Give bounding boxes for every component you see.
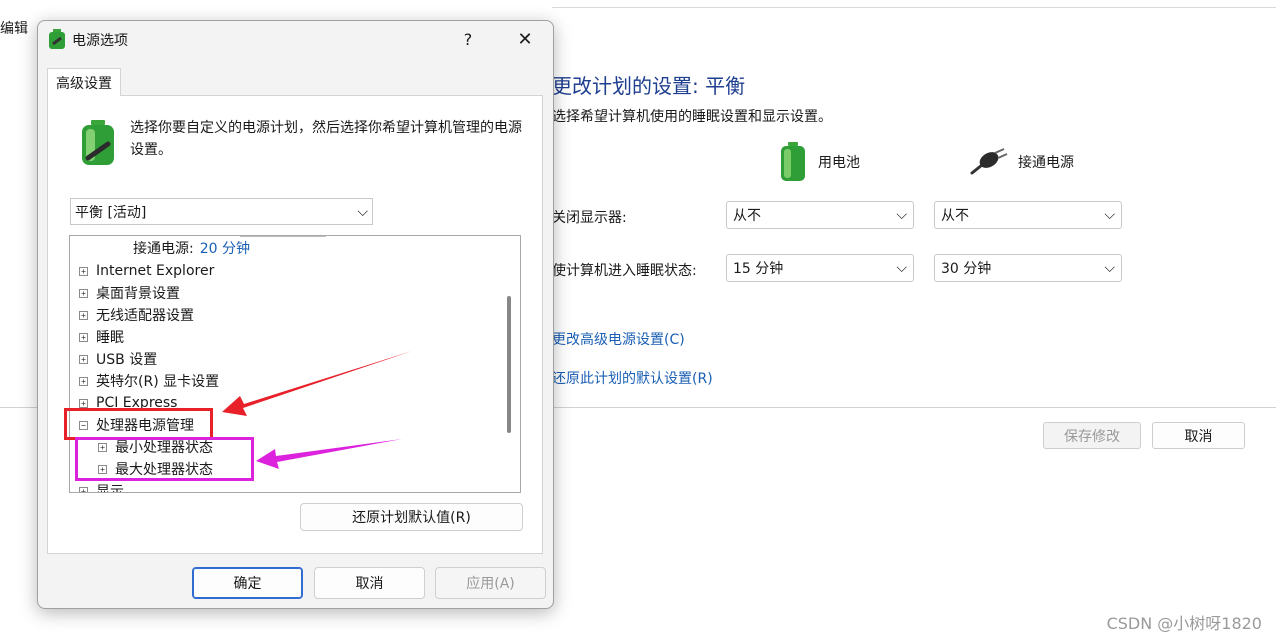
expand-icon[interactable]: +	[79, 288, 88, 298]
advanced-settings-panel: 选择你要自定义的电源计划，然后选择你希望计算机管理的电源设置。 平衡 [活动] ⌵…	[47, 95, 543, 554]
sleep-label: 使计算机进入睡眠状态:	[552, 263, 697, 279]
expand-icon[interactable]: +	[79, 486, 88, 492]
tree-subitem-label: 接通电源:	[133, 241, 194, 257]
expand-icon[interactable]: +	[79, 376, 88, 386]
tree-item[interactable]: + 显示	[79, 480, 124, 492]
tree-item[interactable]: + 桌面背景设置	[79, 282, 180, 304]
chevron-down-icon: ⌵	[1104, 207, 1115, 223]
tab-advanced-settings[interactable]: 高级设置	[47, 68, 121, 96]
battery-column-header: 用电池	[778, 140, 860, 184]
battery-icon	[781, 142, 805, 181]
power-plug-icon	[970, 148, 1008, 175]
highlight-box-red	[64, 408, 213, 440]
advanced-settings-link[interactable]: 更改高级电源设置(C)	[552, 329, 685, 349]
chevron-down-icon: ⌵	[896, 260, 907, 276]
plugged-column-header: 接通电源	[968, 140, 1074, 184]
tree-item[interactable]: + Internet Explorer	[79, 260, 214, 282]
expand-icon[interactable]: +	[79, 332, 88, 342]
tree-subitem-value[interactable]: 20 分钟	[200, 238, 250, 258]
tree-item[interactable]: + 无线适配器设置	[79, 304, 194, 326]
expand-icon[interactable]: +	[79, 310, 88, 320]
page-subtitle: 选择希望计算机使用的睡眠设置和显示设置。	[552, 109, 832, 125]
help-button[interactable]: ?	[456, 25, 480, 53]
tree-edge	[240, 236, 326, 237]
expand-icon[interactable]: +	[79, 398, 88, 408]
chevron-down-icon: ⌵	[357, 203, 368, 220]
chevron-down-icon: ⌵	[896, 207, 907, 223]
sleep-plugged-select[interactable]: 30 分钟 ⌵	[934, 254, 1122, 282]
dialog-title: 电源选项	[72, 33, 128, 49]
expand-icon[interactable]: +	[79, 266, 88, 276]
page-title: 更改计划的设置: 平衡	[552, 74, 746, 98]
apply-button[interactable]: 应用(A)	[435, 567, 546, 599]
sleep-battery-select[interactable]: 15 分钟 ⌵	[726, 254, 914, 282]
tree-item[interactable]: + 睡眠	[79, 326, 124, 348]
cancel-button[interactable]: 取消	[1152, 422, 1245, 449]
watermark: CSDN @小树呀1820	[1106, 614, 1262, 633]
battery-plug-icon	[82, 120, 114, 165]
display-off-plugged-select[interactable]: 从不 ⌵	[934, 201, 1122, 229]
display-off-label: 关闭显示器:	[552, 210, 627, 226]
close-icon[interactable]: ✕	[508, 25, 542, 53]
display-off-battery-select[interactable]: 从不 ⌵	[726, 201, 914, 229]
instructions-text: 选择你要自定义的电源计划，然后选择你希望计算机管理的电源设置。	[130, 120, 522, 158]
tree-subitem: 接通电源: 20 分钟	[133, 237, 250, 259]
tree-item[interactable]: + USB 设置	[79, 348, 157, 370]
cancel-button[interactable]: 取消	[314, 567, 425, 599]
power-options-dialog: 电源选项 ? ✕ 高级设置 选择你要自定义的电源计划，然后选择你希望计算机管理的…	[37, 20, 554, 609]
power-plan-select[interactable]: 平衡 [活动] ⌵	[70, 198, 373, 225]
window-top-strip	[552, 0, 1276, 8]
plugged-label: 接通电源	[1018, 155, 1074, 171]
menu-edit[interactable]: 编辑	[0, 18, 28, 38]
scrollbar[interactable]	[507, 296, 511, 433]
expand-icon[interactable]: +	[79, 354, 88, 364]
chevron-down-icon: ⌵	[1104, 260, 1115, 276]
highlight-box-magenta	[75, 437, 254, 481]
restore-defaults-link[interactable]: 还原此计划的默认设置(R)	[552, 368, 713, 388]
tree-item[interactable]: + 英特尔(R) 显卡设置	[79, 370, 219, 392]
save-changes-button[interactable]: 保存修改	[1043, 422, 1141, 449]
ok-button[interactable]: 确定	[192, 567, 303, 599]
power-options-icon	[49, 29, 65, 49]
restore-plan-defaults-button[interactable]: 还原计划默认值(R)	[300, 503, 523, 531]
battery-label: 用电池	[818, 155, 860, 171]
